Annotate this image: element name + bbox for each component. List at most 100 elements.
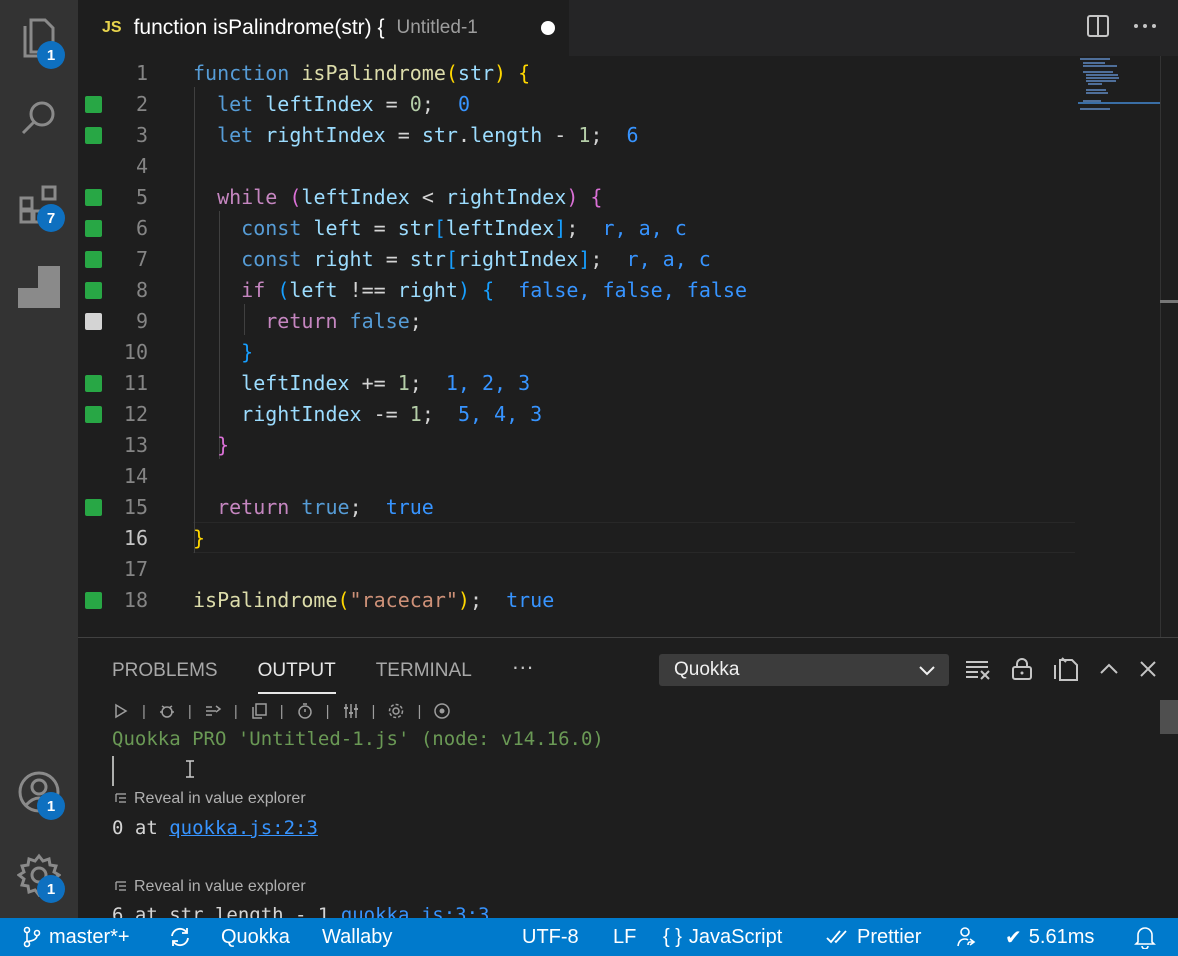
timing-status[interactable]: ✔ 5.61ms [1005,918,1094,956]
open-log-icon[interactable] [1052,656,1080,682]
reveal-in-explorer-link[interactable]: Reveal in value explorer [114,790,306,808]
quokka-panel-button[interactable] [0,252,78,322]
tab-output[interactable]: OUTPUT [257,660,336,694]
settings-sliders-icon[interactable] [342,702,360,720]
tree-list-icon [115,793,126,803]
debug-icon[interactable] [158,702,176,720]
prettier-status[interactable]: Prettier [826,918,921,956]
wallaby-status[interactable]: Wallaby [322,918,392,956]
close-panel-icon[interactable] [1138,659,1158,679]
line-number: 12 [123,402,148,426]
code-line: 13 } [78,429,1078,460]
more-tabs-button[interactable]: ··· [512,656,534,682]
source-link[interactable]: quokka.js:2:3 [169,817,318,839]
run-icon[interactable] [112,702,130,720]
code-line: 6 const left = str[leftIndex]; r, a, c [78,212,1078,243]
coverage-marker [85,406,102,423]
inline-value: 1, 2, 3 [445,371,531,395]
language-status[interactable]: { } JavaScript [663,918,782,956]
output-channel-select[interactable]: Quokka [659,654,949,686]
encoding-status[interactable]: UTF-8 [522,918,579,956]
line-number: 13 [123,433,148,457]
search-button[interactable] [0,83,78,153]
line-number: 9 [135,309,148,333]
reveal-in-explorer-link[interactable]: Reveal in value explorer [114,878,306,896]
code-editor[interactable]: 1 function isPalindrome(str) { 2 let lef… [78,56,1178,637]
code-line: 17 [78,553,1078,584]
git-branch-icon [23,926,41,948]
output-channel-value: Quokka [674,659,740,680]
branch-status[interactable]: master*+ [22,918,130,956]
code-line: 12 rightIndex -= 1; 5, 4, 3 [78,398,1078,429]
extensions-button[interactable]: 7 [0,170,78,240]
split-editor-icon[interactable] [1086,14,1110,38]
gear-small-icon[interactable] [387,702,405,720]
line-number: 16 [123,526,148,550]
coverage-marker [85,592,102,609]
code-line: 7 const right = str[rightIndex]; r, a, c [78,243,1078,274]
output-entry: 0 at quokka.js:2:3 [112,817,318,839]
search-icon [21,101,55,135]
editor-actions [1086,14,1158,38]
reveal-label: Reveal in value explorer [134,790,306,807]
coverage-marker [85,96,102,113]
maximize-panel-icon[interactable] [1098,658,1120,680]
sync-status[interactable] [168,918,192,956]
editor-tab[interactable]: JS function isPalindrome(str) { Untitled… [78,0,569,56]
line-number: 1 [135,61,148,85]
timer-icon[interactable] [296,702,314,720]
code-line: 10 } [78,336,1078,367]
tab-filename: Untitled-1 [396,17,478,38]
copy-icon[interactable] [250,702,268,720]
tab-terminal[interactable]: TERMINAL [376,660,472,682]
minimap[interactable] [1078,56,1160,116]
branch-name: master*+ [49,925,130,948]
stop-icon[interactable] [433,702,451,720]
settings-button[interactable]: 1 [0,840,78,910]
chevron-down-icon [919,666,935,676]
code-line: 3 let rightIndex = str.length - 1; 6 [78,119,1078,150]
code-line: 8 if (left !== right) { false, false, fa… [78,274,1078,305]
lock-icon[interactable] [1010,657,1034,681]
clear-output-icon[interactable] [964,657,992,681]
timing-value: 5.61ms [1028,925,1095,948]
line-number: 2 [135,92,148,116]
panel-actions [964,656,1158,682]
js-file-icon: JS [102,19,122,36]
coverage-marker [85,375,102,392]
notifications-status[interactable] [1134,918,1156,956]
reveal-label: Reveal in value explorer [134,878,306,895]
coverage-marker [85,220,102,237]
editor-scrollbar-track[interactable] [1160,56,1161,637]
profile-icon[interactable] [204,702,222,720]
inline-value: true [385,495,434,519]
explorer-button[interactable]: 1 [0,3,78,73]
eol-status[interactable]: LF [613,918,636,956]
inline-value: true [506,588,555,612]
line-number: 14 [123,464,148,488]
code-line: 5 while (leftIndex < rightIndex) { [78,181,1078,212]
braces-icon: { } [663,925,682,948]
output-scrollbar-thumb[interactable] [1160,700,1178,734]
code-line: 18 isPalindrome("racecar"); true [78,584,1078,615]
line-number: 5 [135,185,148,209]
quokka-status[interactable]: Quokka [221,918,290,956]
inline-value: r, a, c [602,216,687,240]
accounts-button[interactable]: 1 [0,757,78,827]
inline-value: 5, 4, 3 [457,402,543,426]
ibeam-cursor-icon [186,760,194,778]
tab-problems[interactable]: PROBLEMS [112,660,218,682]
tree-list-icon [115,881,126,891]
quokka-header: Quokka PRO 'Untitled-1.js' (node: v14.16… [112,728,604,750]
more-actions-icon[interactable] [1132,14,1158,38]
live-share-status[interactable] [956,918,980,956]
line-number: 10 [123,340,148,364]
code-line: 2 let leftIndex = 0; 0 [78,88,1078,119]
coverage-marker [85,499,102,516]
inline-value: 6 [626,123,639,147]
bottom-panel: PROBLEMS OUTPUT TERMINAL ··· Quokka | | … [78,637,1178,926]
code-line: 4 [78,150,1078,181]
line-number: 3 [135,123,148,147]
unsaved-dot-icon[interactable] [541,21,555,35]
extensions-badge: 7 [37,204,65,232]
